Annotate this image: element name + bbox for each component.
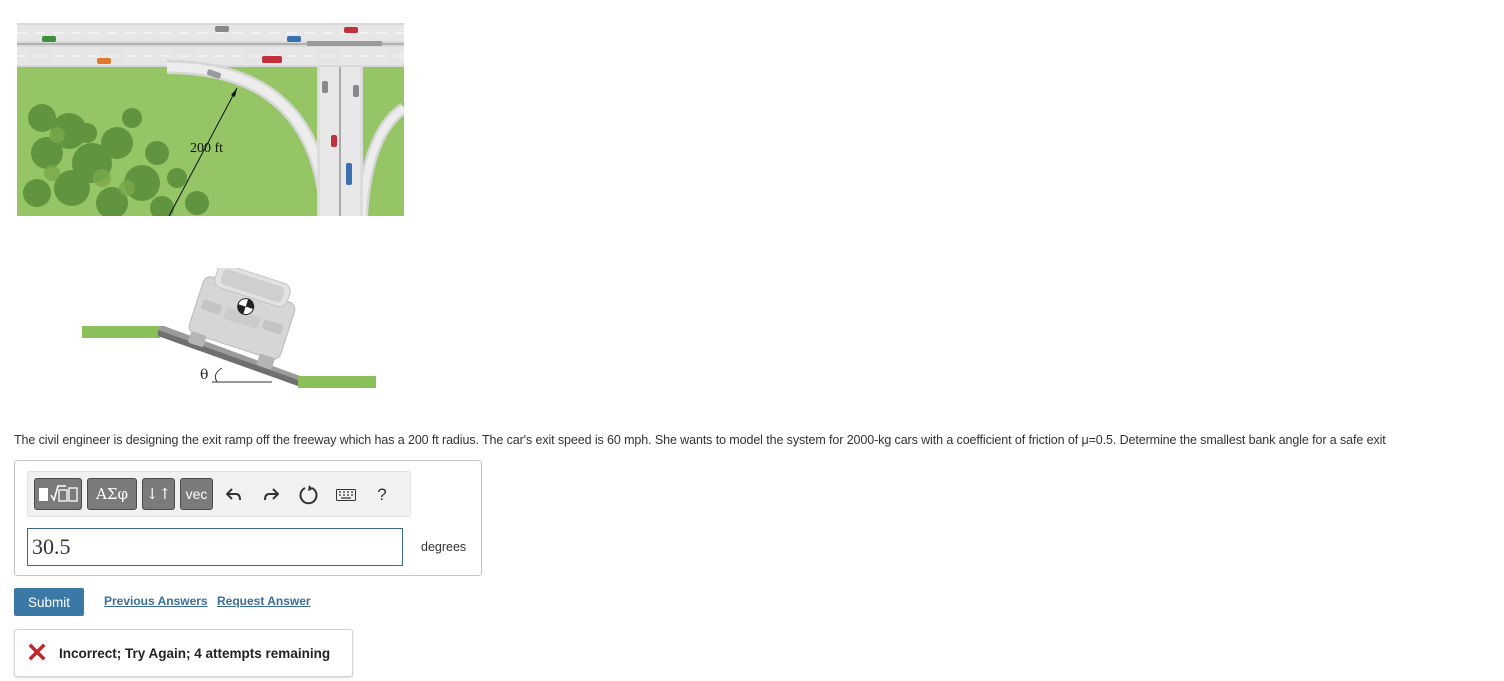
answer-input[interactable]: 30.5	[27, 528, 403, 566]
subscript-superscript-button[interactable]: ↓↑	[142, 478, 175, 510]
greek-symbols-button[interactable]: ΑΣφ	[87, 478, 137, 510]
answer-panel: ΑΣφ ↓↑ vec ? 30.5 degrees	[14, 460, 482, 576]
x-icon	[28, 643, 46, 661]
request-answer-link[interactable]: Request Answer	[217, 594, 311, 608]
templates-button[interactable]	[34, 478, 82, 510]
vector-button[interactable]: vec	[180, 478, 213, 510]
sqrt-template-icon	[39, 485, 78, 502]
freeway-exit-ramp-figure: 200 ft	[17, 23, 404, 216]
radius-label: 200 ft	[190, 141, 223, 156]
banked-road-figure: θ	[82, 268, 376, 388]
unit-label: degrees	[421, 540, 467, 554]
reset-icon[interactable]	[298, 484, 320, 506]
redo-icon[interactable]	[260, 484, 282, 506]
submit-button[interactable]: Submit	[14, 588, 84, 616]
angle-theta-label: θ	[200, 367, 208, 383]
keyboard-icon[interactable]	[334, 484, 358, 506]
math-toolbar: ΑΣφ ↓↑ vec ?	[27, 471, 411, 517]
undo-icon[interactable]	[223, 484, 245, 506]
previous-answers-link[interactable]: Previous Answers	[104, 594, 208, 608]
help-button[interactable]: ?	[371, 484, 393, 506]
feedback-text: Incorrect; Try Again; 4 attempts remaini…	[59, 646, 331, 661]
feedback-message-box: Incorrect; Try Again; 4 attempts remaini…	[14, 629, 353, 677]
problem-statement: The civil engineer is designing the exit…	[14, 433, 1386, 447]
